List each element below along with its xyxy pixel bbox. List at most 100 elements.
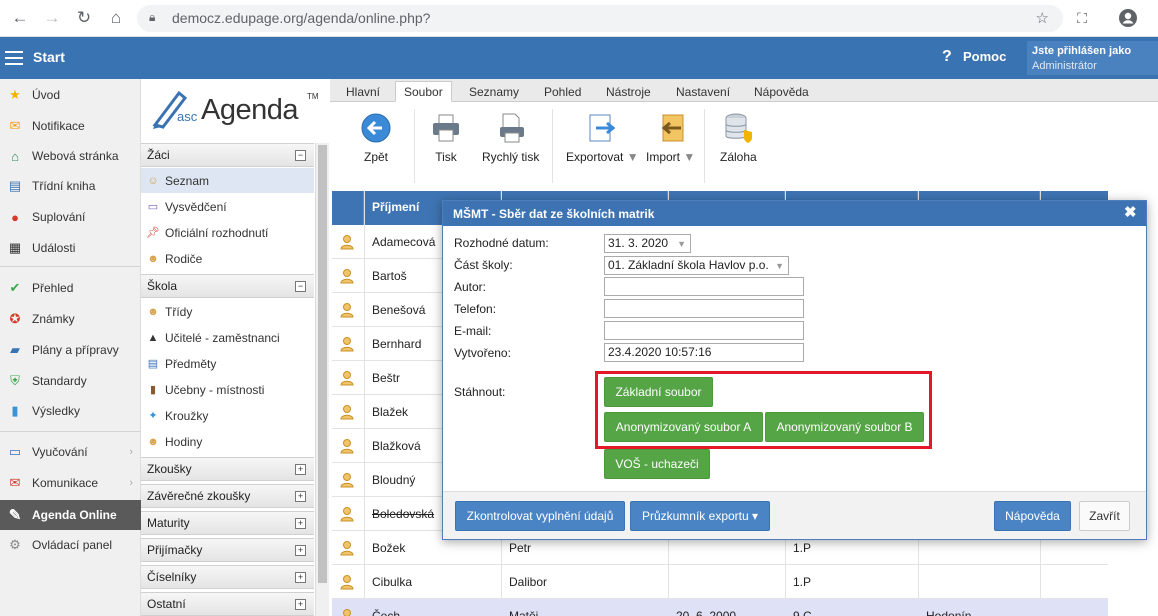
nav-item-webova-stranka[interactable]: ⌂ Webová stránka bbox=[0, 142, 141, 170]
download-basic-file-button[interactable]: Základní soubor bbox=[604, 377, 713, 407]
nav-item-prehled[interactable]: ✔ Přehled bbox=[0, 274, 141, 302]
tab-nastroje[interactable]: Nástroje bbox=[598, 81, 659, 102]
hamburger-menu-icon[interactable] bbox=[5, 51, 23, 65]
tab-napoveda[interactable]: Nápověda bbox=[746, 81, 817, 102]
vytvoreno-input[interactable]: 23.4.2020 10:57:16 bbox=[604, 343, 804, 362]
expand-icon[interactable]: + bbox=[295, 464, 306, 475]
agenda-item-krouzky[interactable]: ✦ Kroužky bbox=[141, 403, 314, 428]
table-row[interactable]: Cibulka Dalibor 1.P bbox=[332, 565, 1108, 599]
agenda-item-predmety[interactable]: ▤ Předměty bbox=[141, 351, 314, 376]
close-button[interactable]: Zavřít bbox=[1079, 501, 1130, 531]
print-button[interactable]: Tisk bbox=[430, 112, 462, 164]
tab-soubor[interactable]: Soubor bbox=[395, 81, 452, 102]
help-icon[interactable]: ? bbox=[942, 48, 952, 66]
export-button[interactable]: Exportovat ▼ bbox=[566, 112, 639, 164]
nav-item-vyucovani[interactable]: ▭ Vyučování › bbox=[0, 438, 141, 466]
bookmark-star-icon[interactable]: ☆ bbox=[1036, 9, 1049, 27]
section-ciselniky[interactable]: Číselníky + bbox=[141, 565, 314, 589]
expand-icon[interactable]: + bbox=[295, 491, 306, 502]
nav-item-vysledky[interactable]: ▮ Výsledky bbox=[0, 397, 141, 425]
nav-item-suplovani[interactable]: ● Suplování bbox=[0, 203, 141, 231]
calendar-icon: ▦ bbox=[8, 240, 22, 255]
section-ostatni[interactable]: Ostatní + bbox=[141, 592, 314, 616]
forward-icon[interactable]: → bbox=[40, 6, 64, 30]
help-link[interactable]: Pomoc bbox=[963, 49, 1006, 64]
agenda-item-rodice[interactable]: ☻ Rodiče bbox=[141, 246, 314, 271]
agenda-scrollbar[interactable] bbox=[315, 143, 329, 616]
expand-icon[interactable]: + bbox=[295, 545, 306, 556]
agenda-item-hodiny[interactable]: ☻ Hodiny bbox=[141, 429, 314, 454]
rozhodne-datum-select[interactable]: 31. 3. 2020 ▼ bbox=[604, 234, 691, 253]
expand-icon[interactable]: + bbox=[295, 599, 306, 610]
nav-label: Standardy bbox=[32, 374, 87, 388]
expand-icon[interactable]: + bbox=[295, 572, 306, 583]
export-explorer-button[interactable]: Průzkumník exportu ▾ bbox=[630, 501, 770, 531]
profile-icon[interactable] bbox=[1116, 6, 1140, 30]
agenda-item-label: Seznam bbox=[165, 173, 210, 188]
nav-item-znamky[interactable]: ✪ Známky bbox=[0, 305, 141, 333]
telefon-input[interactable] bbox=[604, 299, 804, 318]
nav-item-uvod[interactable]: ★ Úvod bbox=[0, 81, 141, 109]
expand-icon[interactable]: + bbox=[295, 518, 306, 529]
quick-printer-icon bbox=[499, 113, 524, 143]
nav-item-komunikace[interactable]: ✉ Komunikace › bbox=[0, 469, 141, 497]
agenda-item-ucebny[interactable]: ▮ Učebny - místnosti bbox=[141, 377, 314, 402]
agenda-item-tridy[interactable]: ☻ Třídy bbox=[141, 299, 314, 324]
help-button[interactable]: Nápověda bbox=[994, 501, 1071, 531]
section-zaci[interactable]: Žáci − bbox=[141, 143, 314, 167]
nav-divider bbox=[0, 431, 141, 432]
envelope-icon: ✉ bbox=[9, 118, 21, 133]
table-cell: 1.P bbox=[793, 575, 812, 589]
check-data-button[interactable]: Zkontrolovat vyplnění údajů bbox=[455, 501, 625, 531]
cast-skoly-select[interactable]: 01. Základní škola Havlov p.o. ▼ bbox=[604, 256, 789, 275]
tab-pohled[interactable]: Pohled bbox=[536, 81, 589, 102]
import-button[interactable]: Import ▼ bbox=[646, 112, 695, 164]
nav-item-notifikace[interactable]: ✉ Notifikace bbox=[0, 112, 141, 140]
backup-button[interactable]: Záloha bbox=[720, 112, 757, 164]
close-icon[interactable]: ✖ bbox=[1124, 205, 1138, 221]
section-zkousky[interactable]: Zkoušky + bbox=[141, 457, 314, 481]
download-anonymized-a-button[interactable]: Anonymizovaný soubor A bbox=[604, 412, 763, 442]
table-cell: Bloudný bbox=[372, 473, 416, 487]
reload-icon[interactable]: ↻ bbox=[72, 6, 96, 30]
student-icon bbox=[340, 438, 354, 454]
collapse-icon[interactable]: − bbox=[295, 150, 306, 161]
agenda-item-vysvedceni[interactable]: ▭ Vysvědčení bbox=[141, 194, 314, 219]
back-icon[interactable]: ← bbox=[8, 6, 32, 30]
autor-input[interactable] bbox=[604, 277, 804, 296]
address-bar[interactable]: 🔒︎ democz.edupage.org/agenda/online.php?… bbox=[137, 5, 1063, 32]
nav-item-tridni-kniha[interactable]: ▤ Třídní kniha bbox=[0, 172, 141, 200]
quick-print-button[interactable]: Rychlý tisk bbox=[482, 112, 539, 164]
nav-item-plany-a-pripravy[interactable]: ▰ Plány a přípravy bbox=[0, 336, 141, 364]
nav-item-standardy[interactable]: ⛨ Standardy bbox=[0, 367, 141, 395]
nav-item-ovladaci-panel[interactable]: ⚙ Ovládací panel bbox=[0, 531, 141, 559]
chat-icon: ✉ bbox=[9, 475, 21, 490]
agenda-item-oficialni-rozhodnuti[interactable]: 📌︎ Oficiální rozhodnutí bbox=[141, 220, 314, 245]
collapse-icon[interactable]: − bbox=[295, 281, 306, 292]
scrollbar-thumb[interactable] bbox=[318, 145, 327, 583]
table-row[interactable]: Čech Matěj 20. 6. 2000 9.C Hodonín bbox=[332, 599, 1108, 616]
download-anonymized-b-button[interactable]: Anonymizovaný soubor B bbox=[765, 412, 924, 442]
section-prijimacky[interactable]: Přijímačky + bbox=[141, 538, 314, 562]
nav-item-udalosti[interactable]: ▦ Události bbox=[0, 234, 141, 262]
table-cell: Benešová bbox=[372, 303, 426, 317]
agenda-item-ucitele[interactable]: ▲ Učitelé - zaměstnanci bbox=[141, 325, 314, 350]
email-input[interactable] bbox=[604, 321, 804, 340]
home-icon[interactable]: ⌂ bbox=[104, 6, 128, 30]
tab-hlavni[interactable]: Hlavní bbox=[338, 81, 388, 102]
table-cell: 9.C bbox=[793, 609, 812, 616]
nav-label: Notifikace bbox=[32, 119, 85, 133]
agenda-item-seznam[interactable]: ☺ Seznam bbox=[141, 168, 314, 193]
start-label[interactable]: Start bbox=[33, 49, 65, 65]
section-zaverecne-zkousky[interactable]: Závěrečné zkoušky + bbox=[141, 484, 314, 508]
tab-seznamy[interactable]: Seznamy bbox=[461, 81, 527, 102]
person-icon: ● bbox=[11, 209, 19, 225]
back-button[interactable]: Zpět bbox=[360, 112, 392, 164]
screenshot-icon[interactable]: ⛶ bbox=[1070, 6, 1094, 30]
section-maturity[interactable]: Maturity + bbox=[141, 511, 314, 535]
nav-item-agenda-online[interactable]: ✎ Agenda Online bbox=[0, 500, 141, 530]
user-info[interactable]: Jste přihlášen jako Administrátor bbox=[1027, 41, 1158, 75]
download-vos-applicants-button[interactable]: VOŠ - uchazeči bbox=[604, 449, 710, 479]
section-skola[interactable]: Škola − bbox=[141, 274, 314, 298]
tab-nastaveni[interactable]: Nastavení bbox=[668, 81, 738, 102]
